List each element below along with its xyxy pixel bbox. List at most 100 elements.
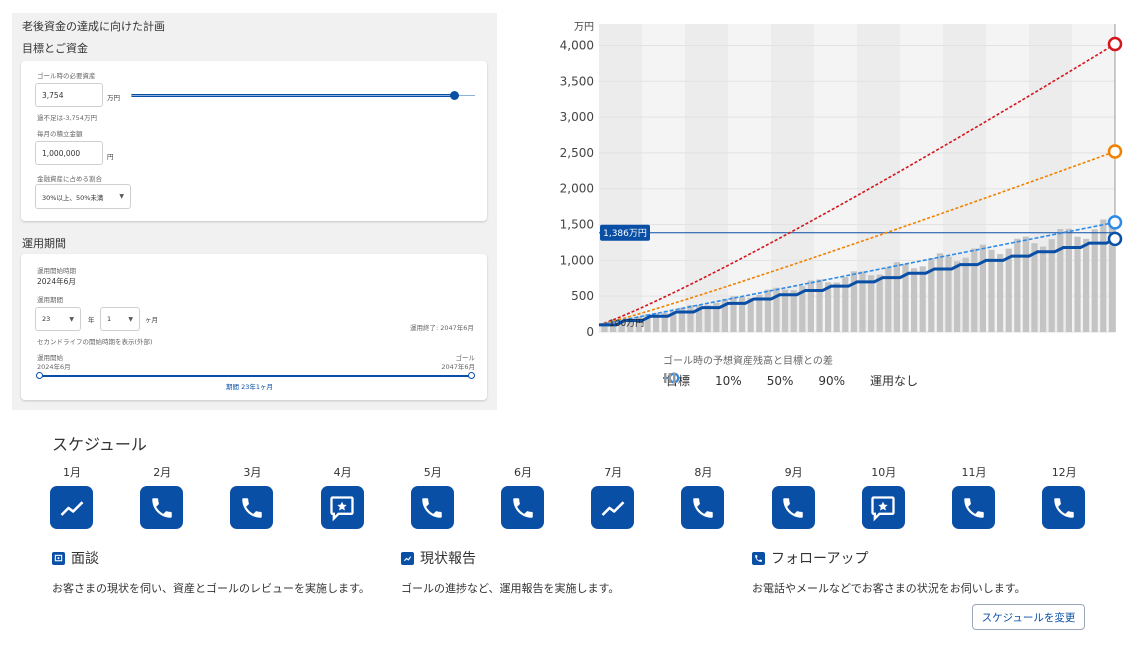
no-invest-bar: [1057, 229, 1064, 332]
trend-icon[interactable]: [50, 486, 93, 529]
no-invest-bar: [988, 249, 995, 332]
no-invest-bar: [979, 244, 986, 332]
phone-icon[interactable]: [140, 486, 184, 529]
plot-stripe: [599, 24, 642, 332]
target-marker-label: 1,386万円: [603, 228, 647, 239]
no-invest-bar: [893, 262, 900, 332]
month-label: 9月: [784, 466, 803, 479]
month-2: 2月: [140, 464, 184, 529]
goal-slider-handle[interactable]: [450, 91, 460, 100]
phone-icon[interactable]: [230, 486, 274, 529]
month-label: 12月: [1051, 466, 1077, 479]
no-invest-bar: [687, 305, 694, 332]
legend-label: 90%: [818, 373, 846, 388]
phone-icon[interactable]: [952, 486, 995, 529]
years-unit: 年: [88, 316, 95, 324]
legend-interview: 面談 お客さまの現状を伺い、資産とゴールのレビューを実施します。: [52, 548, 370, 596]
report-title: 現状報告: [420, 551, 476, 567]
page: 老後資金の達成に向けた計画 目標とご資金 ゴール時の必要資産 3,754 万円 …: [0, 0, 1140, 645]
month-11: 11月: [952, 464, 996, 529]
phone-icon[interactable]: [681, 486, 725, 529]
no-invest-bar: [807, 280, 814, 332]
month-5: 5月: [410, 464, 455, 529]
period-section-title: 運用期間: [22, 237, 66, 250]
month-8: 8月: [681, 464, 725, 529]
end-note: 運用終了: 2047年6月: [410, 324, 474, 332]
month-3: 3月: [230, 464, 274, 529]
month-10: 10月: [861, 464, 906, 529]
legend-item[interactable]: 10%: [663, 372, 742, 388]
schedule-title: スケジュール: [52, 435, 147, 454]
chat-icon[interactable]: [861, 486, 905, 529]
series-end-marker: [1107, 36, 1123, 52]
legend-label: 50%: [766, 373, 794, 388]
y-tick-label: 1,000: [560, 253, 594, 267]
plot-stripe: [771, 24, 814, 332]
no-invest-bar: [850, 271, 857, 332]
no-invest-bar: [1100, 219, 1107, 332]
y-tick-label: 500: [571, 289, 594, 303]
timeline-start-dot: [36, 372, 43, 379]
no-invest-bar: [997, 254, 1004, 332]
month-label: 1月: [63, 466, 81, 479]
tl-end-value: 2047年6月: [441, 363, 475, 371]
no-invest-bar: [919, 266, 926, 332]
period-card: 運用開始時期 2024年6月 運用期間 23 ▼ 年 1 ▼ ヶ月 運用終了: …: [21, 254, 487, 400]
years-value: 23: [42, 315, 51, 323]
phone-icon[interactable]: [501, 486, 544, 529]
allocation-label: 金融資産に占める割合: [37, 175, 102, 183]
phone-icon[interactable]: [771, 486, 815, 529]
phone-icon: [752, 551, 765, 565]
phone-icon[interactable]: [1042, 486, 1086, 529]
no-invest-bar: [1031, 243, 1038, 332]
allocation-select[interactable]: 30%以上、50%未満 ▼: [35, 184, 131, 209]
chat-icon[interactable]: [320, 486, 364, 529]
chat-icon: [52, 551, 65, 565]
timeline-duration: 期間 23年1ヶ月: [226, 383, 273, 391]
no-invest-bar: [868, 275, 875, 332]
plan-panel: 老後資金の達成に向けた計画 目標とご資金 ゴール時の必要資産 3,754 万円 …: [12, 13, 497, 410]
no-invest-bar: [962, 257, 969, 332]
legend-item[interactable]: 90%: [663, 372, 846, 388]
goal-amount-note: 過不足は-3,754万円: [37, 114, 97, 122]
start-label: 運用開始時期: [37, 267, 76, 275]
timeline-end-dot: [468, 372, 475, 379]
legend-followup: フォローアップ お電話やメールなどでお客さまの状況をお伺いします。: [752, 548, 1026, 596]
month-6: 6月: [501, 464, 545, 529]
series-end-marker: [1107, 215, 1123, 230]
legend-report: 現状報告 ゴールの進捗など、運用報告を実施します。: [401, 548, 619, 596]
chevron-down-icon: ▼: [69, 315, 74, 323]
tl-start-value: 2024年6月: [37, 363, 71, 371]
no-invest-bar: [790, 290, 797, 332]
change-schedule-button[interactable]: スケジュールを変更: [972, 604, 1085, 630]
no-invest-bar: [876, 274, 883, 332]
goal-slider-rail[interactable]: [131, 95, 475, 96]
monthly-input[interactable]: 1,000,000: [35, 141, 103, 165]
y-tick-label: 2,000: [560, 182, 594, 196]
no-invest-bar: [730, 296, 737, 332]
months-value: 1: [107, 315, 112, 323]
interview-title: 面談: [71, 551, 99, 567]
years-select[interactable]: 23 ▼: [35, 307, 81, 331]
monthly-unit: 円: [107, 153, 114, 161]
legend-item[interactable]: 50%: [663, 372, 794, 388]
phone-icon[interactable]: [410, 486, 454, 529]
no-invest-bar: [1040, 246, 1047, 332]
projection-chart: 0 500 1,000 1,500 2,000 2,500 3,000 3,500 4,000 万…: [555, 16, 1130, 396]
month-label: 10月: [871, 466, 897, 479]
y-tick-label: 3,500: [560, 74, 594, 88]
month-12: 12月: [1042, 464, 1086, 529]
plot-stripe: [685, 24, 728, 332]
chart-caption: ゴール時の予想資産残高と目標との差: [663, 356, 833, 367]
interview-desc: お客さまの現状を伺い、資産とゴールのレビューを実施します。: [52, 582, 370, 595]
trend-icon[interactable]: [591, 486, 635, 529]
length-label: 運用期間: [37, 296, 63, 304]
goal-amount-unit: 万円: [107, 94, 120, 102]
no-invest-bar: [816, 279, 823, 332]
legend-item[interactable]: 運用なし: [664, 372, 918, 389]
goal-amount-input[interactable]: 3,754: [35, 83, 103, 107]
no-invest-bar: [704, 305, 711, 332]
months-select[interactable]: 1 ▼: [100, 307, 140, 331]
followup-title: フォローアップ: [771, 551, 869, 567]
month-label: 2月: [153, 466, 172, 479]
